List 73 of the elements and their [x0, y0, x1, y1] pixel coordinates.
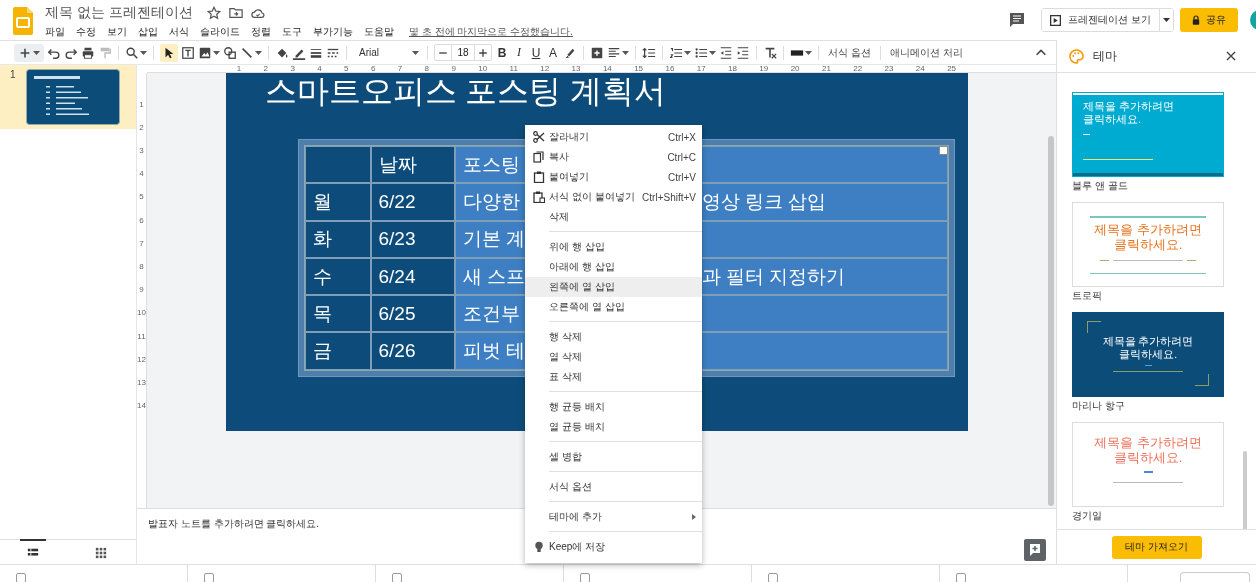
ruler-number: 12	[137, 355, 146, 364]
cell-text: 수	[312, 264, 332, 289]
ruler-number: 21	[821, 65, 831, 72]
cell-text: 목	[312, 301, 332, 326]
ruler-number: 7	[139, 239, 144, 248]
cell-text: 6/24	[378, 265, 416, 288]
theme-title-text: 제목을 추가하려면 클릭하세요.	[1093, 435, 1203, 465]
ruler-number: 8	[139, 263, 144, 271]
ruler-number: 5	[139, 193, 144, 202]
ruler-number: 6	[139, 216, 144, 225]
slide-title: 스마트오피스 포스팅 계획서	[264, 73, 668, 109]
ruler-number: 2	[139, 123, 144, 132]
theme-title-text: 제목을 추가하려면 클릭하세요.	[1093, 221, 1203, 252]
ruler-number: 15	[634, 65, 644, 72]
shortcut-text: Ctrl+C	[666, 151, 696, 163]
cell-text: 금	[312, 339, 332, 364]
ruler-number: 13	[571, 65, 581, 72]
cell-text: 월	[312, 189, 332, 214]
cell-text: 새 스프	[462, 264, 525, 289]
ruler-number: 17	[696, 65, 706, 72]
ruler-number: 19	[759, 65, 769, 72]
slide-number: 1	[10, 69, 17, 80]
ruler-number: 10	[478, 65, 488, 72]
theme-name: 마리나 항구	[1072, 399, 1126, 413]
ruler-number: 7	[397, 65, 403, 72]
ruler-number: 9	[139, 286, 144, 295]
ruler-number: 5	[344, 65, 349, 72]
cell-text: 날짜	[378, 152, 417, 177]
shortcut-text: Ctrl+V	[666, 171, 696, 183]
theme-title-text: 제목을 추가하려면 클릭하세요.	[1101, 335, 1195, 361]
theme-title-text: 제목을 추가하려면 클릭하세요.	[1083, 100, 1176, 126]
ruler-number: 18	[728, 65, 737, 72]
shortcut-text: Ctrl+X	[666, 131, 696, 143]
theme-name: 블루 앤 골드	[1072, 179, 1129, 193]
cell-text: 화	[312, 227, 332, 252]
ruler-number: 24	[915, 65, 925, 72]
cell-text: 6/26	[378, 340, 416, 363]
ruler-number: 8	[424, 65, 430, 72]
ruler-number: 3	[139, 147, 144, 155]
ruler-number: 2	[263, 65, 268, 72]
ruler-number: 23	[884, 65, 894, 72]
cell-text: 피벗 테	[462, 339, 525, 364]
theme-name: 경기일	[1072, 509, 1103, 523]
ruler-number: 9	[451, 65, 456, 72]
ruler-number: 10	[137, 309, 146, 318]
cell-text: 기본 계	[462, 227, 525, 252]
ruler-number: 16	[665, 65, 675, 72]
shortcut-text: Ctrl+Shift+V	[641, 191, 696, 203]
ruler-number: 12	[540, 65, 550, 72]
panel-title: 테마	[1093, 47, 1117, 65]
ruler-number: 20	[790, 65, 800, 72]
ruler-number: 13	[137, 379, 146, 388]
cell-text: 6/22	[378, 190, 416, 213]
cell-text: 다양한	[462, 189, 520, 214]
cell-text: 6/23	[378, 228, 416, 251]
ruler-number: 25	[947, 65, 957, 72]
ruler-number: 1	[236, 65, 242, 72]
ruler-number: 14	[137, 402, 146, 411]
cell-text: 과 필터 지정하기	[701, 264, 846, 289]
ruler-number: 4	[139, 170, 144, 179]
cell-text: 조건부	[462, 301, 520, 326]
ruler-number: 4	[317, 65, 322, 72]
ruler-number: 22	[853, 65, 863, 72]
cell-text: 포스팅	[462, 152, 520, 177]
ruler-number: 11	[137, 332, 146, 341]
ruler-number: 14	[602, 65, 612, 72]
ruler-number: 11	[509, 65, 518, 72]
ruler-number: 6	[370, 65, 376, 72]
cell-text: 6/25	[378, 302, 416, 325]
ruler-number: 3	[290, 65, 295, 72]
cell-text: 영상 링크 삽입	[701, 189, 827, 214]
theme-name: 트로픽	[1072, 289, 1103, 303]
ruler-number: 1	[139, 100, 144, 109]
